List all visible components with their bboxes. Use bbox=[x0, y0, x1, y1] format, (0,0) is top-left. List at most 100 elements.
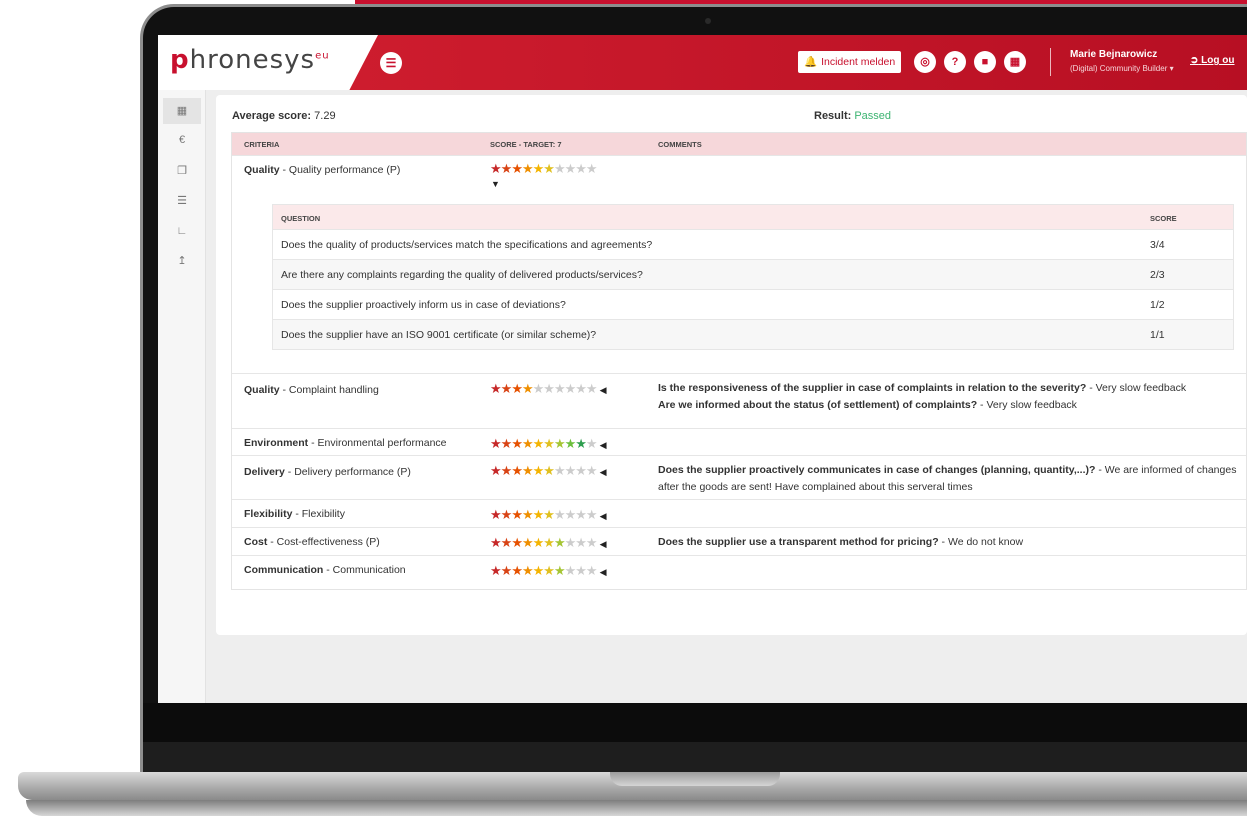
caret-left-icon[interactable]: ◀ bbox=[600, 385, 607, 395]
top-bar: phronesyseu ☰ 🔔 Incident melden ◎ ? ■ ▦ … bbox=[158, 35, 1247, 90]
star-filled-icon: ★ bbox=[521, 563, 534, 578]
criteria-row: Quality - Quality performance (P) ★★★★★★★… bbox=[232, 155, 1246, 373]
logo[interactable]: phronesyseu bbox=[170, 45, 330, 75]
question-row: Does the quality of products/services ma… bbox=[273, 229, 1233, 259]
star-filled-icon: ★ bbox=[553, 535, 566, 550]
chart-icon[interactable]: ∟ bbox=[172, 223, 192, 239]
comments-cell: Is the responsiveness of the supplier in… bbox=[658, 380, 1240, 414]
question-row: Are there any complaints regarding the q… bbox=[273, 259, 1233, 289]
star-filled-icon: ★ bbox=[500, 535, 513, 550]
star-empty-icon: ★ bbox=[564, 507, 577, 522]
star-empty-icon: ★ bbox=[564, 161, 577, 176]
star-filled-icon: ★ bbox=[511, 381, 523, 396]
star-filled-icon: ★ bbox=[511, 563, 523, 578]
star-empty-icon: ★ bbox=[543, 381, 555, 396]
star-filled-icon: ★ bbox=[575, 436, 587, 451]
help-icon[interactable]: ? bbox=[944, 51, 966, 73]
logout-link[interactable]: ➲ Log ou bbox=[1190, 55, 1235, 66]
star-filled-icon: ★ bbox=[532, 535, 545, 550]
star-filled-icon: ★ bbox=[543, 161, 555, 176]
star-filled-icon: ★ bbox=[511, 535, 523, 550]
comment-entry: Are we informed about the status (of set… bbox=[658, 399, 1077, 411]
question-score: 1/1 bbox=[1150, 329, 1165, 341]
question-score: 1/2 bbox=[1150, 299, 1165, 311]
laptop-notch bbox=[610, 772, 780, 786]
incident-button[interactable]: 🔔 Incident melden bbox=[798, 51, 902, 73]
documents-icon[interactable]: ❐ bbox=[172, 163, 192, 179]
criteria-label: Flexibility - Flexibility bbox=[244, 508, 345, 520]
star-rating[interactable]: ★★★★★★★★★★ ◀ bbox=[490, 536, 606, 551]
sidebar: ▦ € ❐ ☰ ∟ ↥ bbox=[158, 90, 206, 703]
star-filled-icon: ★ bbox=[511, 161, 523, 176]
euro-icon[interactable]: € bbox=[172, 132, 192, 148]
criteria-table-header: CRITERIA SCORE - TARGET: 7 COMMENTS bbox=[232, 133, 1246, 155]
evaluation-card: Average score: 7.29 Result: Passed CRITE… bbox=[216, 95, 1247, 635]
star-empty-icon: ★ bbox=[553, 161, 566, 176]
question-row: Does the supplier proactively inform us … bbox=[273, 289, 1233, 319]
criteria-row: Communication - Communication ★★★★★★★★★★ ◀ bbox=[232, 555, 1246, 589]
criteria-row: Cost - Cost-effectiveness (P) ★★★★★★★★★★ ◀… bbox=[232, 527, 1246, 555]
star-filled-icon: ★ bbox=[521, 381, 534, 396]
star-empty-icon: ★ bbox=[585, 463, 598, 478]
star-filled-icon: ★ bbox=[521, 507, 534, 522]
star-filled-icon: ★ bbox=[532, 563, 545, 578]
dashboard-icon[interactable]: ▦ bbox=[163, 98, 201, 124]
camera-icon bbox=[705, 18, 711, 24]
star-filled-icon: ★ bbox=[532, 507, 545, 522]
list-icon[interactable]: ☰ bbox=[172, 193, 192, 209]
star-empty-icon: ★ bbox=[575, 161, 587, 176]
star-filled-icon: ★ bbox=[543, 563, 555, 578]
caret-left-icon[interactable]: ◀ bbox=[600, 567, 607, 577]
laptop-hinge bbox=[143, 742, 1247, 772]
header-divider bbox=[1050, 48, 1051, 76]
caret-down-icon[interactable]: ▼ bbox=[491, 178, 597, 191]
star-empty-icon: ★ bbox=[585, 381, 598, 396]
star-filled-icon: ★ bbox=[500, 161, 513, 176]
star-empty-icon: ★ bbox=[564, 463, 577, 478]
star-filled-icon: ★ bbox=[511, 463, 523, 478]
chevron-down-icon: ▾ bbox=[1169, 64, 1174, 73]
star-empty-icon: ★ bbox=[575, 381, 587, 396]
star-filled-icon: ★ bbox=[490, 563, 502, 578]
star-filled-icon: ★ bbox=[532, 463, 545, 478]
caret-left-icon[interactable]: ◀ bbox=[600, 467, 607, 477]
star-empty-icon: ★ bbox=[585, 563, 598, 578]
star-filled-icon: ★ bbox=[543, 436, 555, 451]
star-filled-icon: ★ bbox=[490, 507, 502, 522]
star-filled-icon: ★ bbox=[521, 535, 534, 550]
star-rating[interactable]: ★★★★★★★★★★ ◀ bbox=[490, 508, 606, 523]
laptop-mockup: phronesyseu ☰ 🔔 Incident melden ◎ ? ■ ▦ … bbox=[0, 0, 1247, 822]
star-filled-icon: ★ bbox=[490, 381, 502, 396]
question-text: Are there any complaints regarding the q… bbox=[281, 269, 643, 281]
comments-cell: Does the supplier use a transparent meth… bbox=[658, 534, 1240, 551]
star-filled-icon: ★ bbox=[553, 436, 566, 451]
criteria-row: Environment - Environmental performance ★… bbox=[232, 428, 1246, 455]
headset-icon[interactable]: ◎ bbox=[914, 51, 936, 73]
star-filled-icon: ★ bbox=[500, 563, 513, 578]
caret-left-icon[interactable]: ◀ bbox=[600, 440, 607, 450]
caret-left-icon[interactable]: ◀ bbox=[600, 511, 607, 521]
criteria-row: Quality - Complaint handling ★★★★★★★★★★ ◀ I… bbox=[232, 373, 1246, 428]
calendar-icon[interactable]: ▦ bbox=[1004, 51, 1026, 73]
star-rating[interactable]: ★★★★★★★★★★ ◀ bbox=[490, 464, 606, 479]
upload-icon[interactable]: ↥ bbox=[172, 253, 192, 269]
star-filled-icon: ★ bbox=[490, 535, 502, 550]
question-score: 2/3 bbox=[1150, 269, 1165, 281]
star-empty-icon: ★ bbox=[564, 535, 577, 550]
star-filled-icon: ★ bbox=[521, 161, 534, 176]
user-name[interactable]: Marie Bejnarowicz bbox=[1070, 49, 1157, 60]
criteria-row: Delivery - Delivery performance (P) ★★★★★… bbox=[232, 455, 1246, 499]
star-rating[interactable]: ★★★★★★★★★★ ◀ bbox=[490, 382, 606, 397]
menu-icon[interactable]: ☰ bbox=[380, 52, 402, 74]
caret-left-icon[interactable]: ◀ bbox=[600, 539, 607, 549]
user-role-dropdown[interactable]: (Digital) Community Builder ▾ bbox=[1070, 64, 1174, 73]
star-filled-icon: ★ bbox=[511, 436, 523, 451]
star-rating[interactable]: ★★★★★★★★★★ ◀ bbox=[490, 564, 606, 579]
star-filled-icon: ★ bbox=[543, 535, 555, 550]
star-rating[interactable]: ★★★★★★★★★★ ▼ bbox=[490, 161, 598, 191]
video-icon[interactable]: ■ bbox=[974, 51, 996, 73]
star-empty-icon: ★ bbox=[575, 535, 587, 550]
criteria-label: Quality - Complaint handling bbox=[244, 384, 379, 396]
star-rating[interactable]: ★★★★★★★★★★ ◀ bbox=[490, 437, 606, 452]
comments-cell: Does the supplier proactively communicat… bbox=[658, 462, 1240, 496]
